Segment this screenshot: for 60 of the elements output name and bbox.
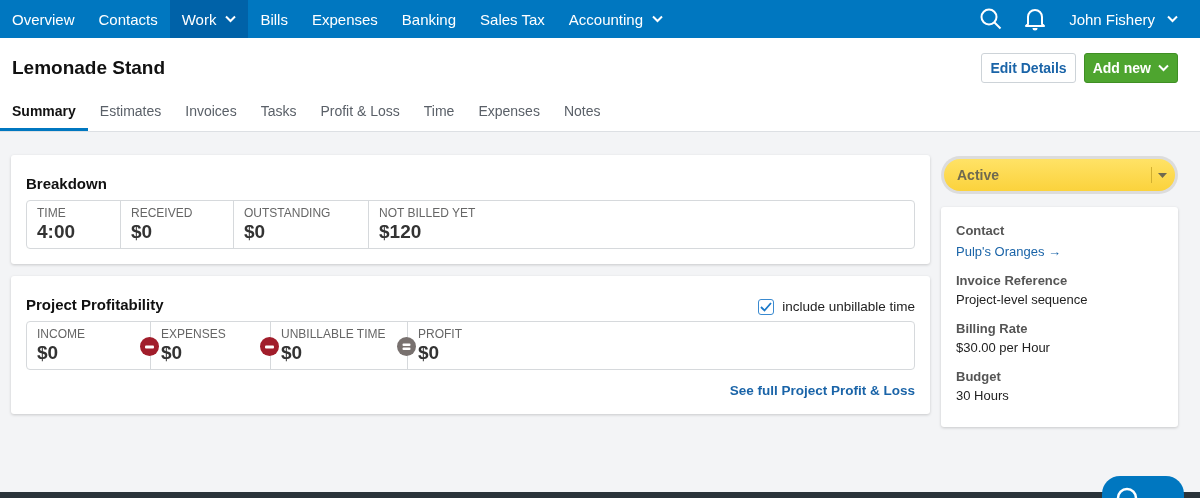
checkbox[interactable] bbox=[758, 298, 775, 315]
profit-loss-link[interactable]: See full Project Profit & Loss bbox=[729, 383, 915, 398]
stat-label: EXPENSES bbox=[161, 327, 227, 341]
stat-value: $0 bbox=[161, 342, 184, 364]
stat-label: NOT BILLED YET bbox=[379, 206, 477, 220]
tab[interactable]: Time bbox=[411, 103, 467, 131]
minus-icon bbox=[260, 337, 279, 356]
card-title: Breakdown bbox=[26, 175, 108, 192]
tab[interactable]: Estimates bbox=[87, 103, 174, 131]
detail-label: Contact bbox=[956, 223, 1006, 238]
help-button[interactable] bbox=[1102, 476, 1184, 498]
stat-value: $0 bbox=[37, 342, 60, 364]
checkbox-label: include unbillable time bbox=[782, 299, 915, 314]
minus-icon bbox=[140, 337, 159, 356]
bell-icon[interactable] bbox=[1024, 7, 1047, 31]
stat-value: $120 bbox=[379, 221, 423, 243]
stat-value: $0 bbox=[418, 342, 441, 364]
stat-value: $0 bbox=[281, 342, 304, 364]
caret-icon bbox=[1158, 172, 1167, 178]
nav-item[interactable]: Contacts bbox=[86, 0, 170, 38]
contact-link[interactable]: Pulp's Oranges → bbox=[956, 244, 1062, 259]
stat-label: INCOME bbox=[37, 327, 86, 341]
stat-label: OUTSTANDING bbox=[244, 206, 332, 220]
detail-value: 30 Hours bbox=[956, 388, 1010, 403]
nav-item[interactable]: Expenses bbox=[299, 0, 390, 38]
stat-label: PROFIT bbox=[418, 327, 463, 341]
tab[interactable]: Profit & Loss bbox=[308, 103, 412, 131]
help-icon bbox=[1116, 486, 1138, 498]
nav-item[interactable]: Banking bbox=[389, 0, 469, 38]
nav-item[interactable]: Accounting bbox=[556, 0, 676, 38]
nav-item[interactable]: Sales Tax bbox=[468, 0, 557, 38]
search-icon[interactable] bbox=[980, 8, 1003, 30]
user-menu[interactable]: John Fishery bbox=[1057, 0, 1200, 38]
stat-label: UNBILLABLE TIME bbox=[281, 327, 387, 341]
card-title: Project Profitability bbox=[26, 296, 164, 313]
detail-label: Billing Rate bbox=[956, 321, 1029, 336]
nav-item[interactable]: Bills bbox=[248, 0, 300, 38]
nav-item[interactable]: Work bbox=[169, 0, 249, 38]
edit-details-button[interactable]: Edit Details bbox=[981, 53, 1076, 83]
tab[interactable]: Tasks bbox=[248, 103, 309, 131]
stat-label: TIME bbox=[37, 206, 67, 220]
add-new-button[interactable]: Add new bbox=[1083, 53, 1178, 83]
page-title: Lemonade Stand bbox=[12, 57, 167, 79]
stat-value: $0 bbox=[131, 221, 154, 243]
status-dropdown[interactable]: Active bbox=[944, 159, 1175, 191]
detail-label: Invoice Reference bbox=[956, 273, 1069, 288]
chevron-down-icon bbox=[1167, 15, 1178, 23]
tab[interactable]: Expenses bbox=[466, 103, 552, 131]
stat-value: 4:00 bbox=[37, 221, 77, 243]
stat-value: $0 bbox=[244, 221, 267, 243]
detail-value: $30.00 per Hour bbox=[956, 340, 1051, 355]
nav-item[interactable]: Overview bbox=[0, 0, 87, 38]
detail-value: Project-level sequence bbox=[956, 292, 1089, 307]
tab[interactable]: Summary bbox=[0, 103, 88, 131]
chevron-down-icon bbox=[1158, 64, 1169, 72]
tab[interactable]: Notes bbox=[551, 103, 613, 131]
tab[interactable]: Invoices bbox=[173, 103, 249, 131]
equals-icon bbox=[397, 337, 416, 356]
detail-label: Budget bbox=[956, 369, 1002, 384]
stat-label: RECEIVED bbox=[131, 206, 194, 220]
